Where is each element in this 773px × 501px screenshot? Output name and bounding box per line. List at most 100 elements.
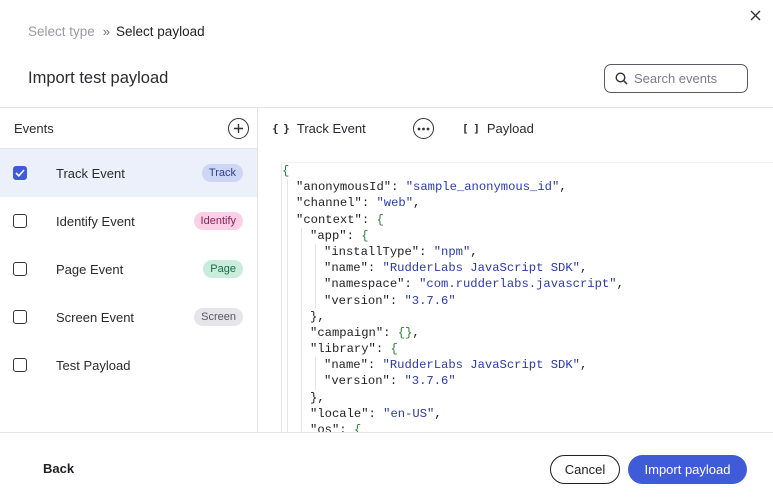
json-punctuation: }, [310,309,325,324]
code-line: "app": { [282,227,773,244]
json-key: "context" [296,212,362,227]
json-punctuation: { [282,164,290,178]
search-icon [615,72,628,85]
json-value: "com.rudderlabs.javascript" [419,277,617,292]
event-checkbox[interactable] [13,214,27,228]
code-line: "campaign": {}, [282,324,773,342]
json-punctuation: , [413,196,421,211]
json-key: "app" [310,228,347,243]
code-line: "version": "3.7.6" [282,292,773,309]
json-value: "web" [376,196,414,211]
close-icon [750,10,760,20]
editor-tabs: { } Track Event [ ] Payload [258,108,773,149]
code-line: "installType": "npm", [282,243,773,261]
json-punctuation: }, [310,390,325,405]
event-item-label: Page Event [56,261,124,277]
event-checkbox[interactable] [13,310,27,324]
code-line: { [282,163,773,179]
more-horizontal-icon [417,127,430,130]
event-item-label: Test Payload [56,357,131,373]
json-key: "installType" [324,244,420,259]
code-line: "channel": "web", [282,195,773,212]
json-brace: {} [397,325,413,340]
import-payload-button[interactable]: Import payload [628,455,747,484]
code-line: "library": { [282,341,773,358]
event-item[interactable]: Page Event Page [0,245,257,293]
event-checkbox[interactable] [13,166,27,180]
code-line: "name": "RudderLabs JavaScript SDK", [282,260,773,277]
json-key: "namespace" [324,277,405,292]
json-value: "3.7.6" [404,374,456,389]
json-key: "locale" [310,406,369,421]
json-value: "3.7.6" [404,293,456,308]
event-type-badge: Identify [193,212,243,230]
breadcrumb: Select type » Select payload [28,24,205,39]
cancel-button[interactable]: Cancel [550,455,620,484]
close-button[interactable] [746,6,764,24]
dialog-title: Import test payload [28,69,169,87]
json-code-view[interactable]: {"anonymousId": "sample_anonymous_id", "c… [281,162,773,432]
json-value: "npm" [433,244,471,259]
code-line: "os": { [282,422,773,432]
json-punctuation: , [412,325,420,340]
tab-payload[interactable]: [ ] Payload [462,121,534,136]
search-input[interactable] [634,71,742,86]
more-options-button[interactable] [413,118,434,139]
tab-payload-label: Payload [486,121,534,136]
tab-track-event[interactable]: { } Track Event [272,121,366,136]
events-panel-title: Events [14,120,54,136]
event-type-badge: Screen [194,308,243,326]
dialog-body: Events Track Event Track Identify Event Ide… [0,107,773,433]
event-type-badge: Track [201,164,243,182]
breadcrumb-step-select-type[interactable]: Select type [28,24,95,39]
json-key: "version" [324,374,390,389]
json-punctuation: , [580,358,588,373]
plus-icon [234,123,243,133]
json-value: "sample_anonymous_id" [405,180,560,195]
json-key: "campaign" [310,325,384,340]
json-key: "name" [324,261,368,276]
code-line: "anonymousId": "sample_anonymous_id", [282,179,773,196]
event-checkbox[interactable] [13,358,27,372]
code-line: "version": "3.7.6" [282,373,773,390]
json-key: "os" [310,423,340,432]
code-line: }, [282,308,773,325]
code-line: "namespace": "com.rudderlabs.javascript"… [282,276,773,293]
event-item[interactable]: Identify Event Identify [0,197,257,245]
events-panel-header: Events [0,108,257,149]
event-item[interactable]: Test Payload [0,341,257,389]
breadcrumb-step-select-payload: Select payload [116,24,205,39]
checkmark-icon [15,169,25,177]
json-punctuation: , [470,244,478,259]
event-item-label: Screen Event [56,309,135,325]
chevron-double-right-icon: » [102,24,110,39]
events-panel: Events Track Event Track Identify Event Ide… [0,108,258,432]
json-brace: { [361,228,369,243]
event-checkbox[interactable] [13,262,27,276]
json-brace: { [353,423,362,432]
event-item[interactable]: Screen Event Screen [0,293,257,341]
json-punctuation: , [580,261,588,276]
json-value: "en-US" [383,406,435,421]
code-line: }, [282,389,773,406]
event-list: Track Event Track Identify Event Identify Pa… [0,149,257,389]
json-punctuation: , [616,277,624,292]
event-item-label: Identify Event [56,213,135,229]
json-key: "channel" [296,196,362,211]
search-box[interactable] [604,64,748,93]
json-key: "anonymousId" [296,180,392,195]
json-brace: { [390,342,398,357]
code-line: "context": { [282,211,773,228]
tab-track-event-label: Track Event [296,121,366,136]
json-punctuation: , [434,406,442,421]
json-punctuation: , [559,180,567,195]
square-brackets-icon: [ ] [462,122,480,135]
curly-braces-icon: { } [272,122,290,135]
json-key: "version" [324,293,390,308]
event-type-badge: Page [203,260,243,278]
add-event-button[interactable] [228,117,249,139]
back-button[interactable]: Back [43,461,74,476]
json-key: "name" [324,358,368,373]
event-item-label: Track Event [56,165,125,181]
event-item[interactable]: Track Event Track [0,149,257,197]
